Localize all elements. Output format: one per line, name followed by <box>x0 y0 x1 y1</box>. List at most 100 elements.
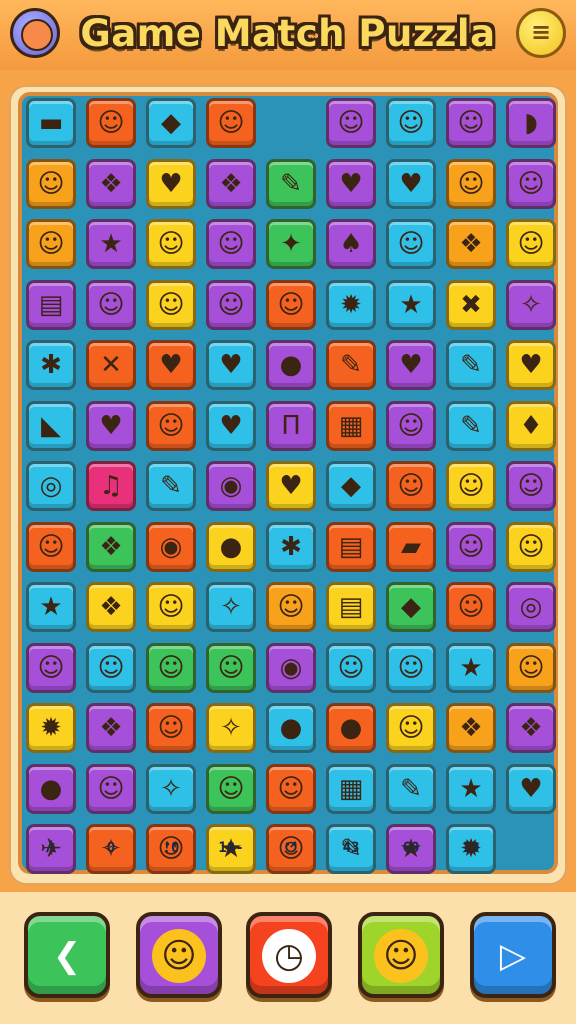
tile-smiley[interactable]: ☺ <box>146 219 196 269</box>
tile-heart[interactable]: ♥ <box>386 158 436 209</box>
tile-heart[interactable]: ♥ <box>206 400 256 451</box>
tile-apple[interactable]: ● <box>326 703 376 753</box>
tile-cat[interactable]: ☺ <box>266 279 316 330</box>
back-button[interactable]: ❮ <box>24 912 110 998</box>
tile-smiley[interactable]: ☺ <box>26 219 76 269</box>
tile-star-face[interactable]: ✹ <box>326 279 376 330</box>
tile-smiley[interactable]: ☺ <box>146 400 196 451</box>
tile-sun[interactable]: ✹ <box>26 703 76 753</box>
tile-smiley[interactable]: ☺ <box>26 521 76 572</box>
tile-popsicle[interactable]: ❖ <box>86 703 136 753</box>
tile-heart[interactable]: ♥ <box>506 340 556 390</box>
tile-cat[interactable]: ☺ <box>206 98 256 148</box>
character-button[interactable]: ☺ <box>136 912 222 998</box>
tile-popsicle[interactable]: ❖ <box>506 703 556 753</box>
tile-pencil[interactable]: ✎ <box>146 461 196 511</box>
tile-smiley[interactable]: ☺ <box>446 521 496 572</box>
tile-icecream[interactable]: ❖ <box>446 703 496 753</box>
tile-star[interactable]: ★ <box>446 763 496 814</box>
tile-ring[interactable]: ◉ <box>266 642 316 693</box>
play-button[interactable]: ▷ <box>470 912 556 998</box>
tile-bird[interactable]: ✧ <box>206 582 256 632</box>
tile-star[interactable]: ★ <box>446 642 496 693</box>
tile-smiley[interactable]: ☺ <box>326 98 376 148</box>
tile-smiley[interactable]: ☺ <box>506 521 556 572</box>
tile-ghost[interactable]: ☺ <box>386 703 436 753</box>
tile-heart[interactable]: ♥ <box>146 158 196 209</box>
tile-cat[interactable]: ☺ <box>86 642 136 693</box>
tile-card[interactable]: ▬ <box>26 98 76 148</box>
tile-ring[interactable]: ◎ <box>26 461 76 511</box>
tile-heart[interactable]: ♥ <box>266 461 316 511</box>
tile-shape[interactable]: ◣ <box>26 400 76 451</box>
tile-cross[interactable]: ✖ <box>446 279 496 330</box>
tile-popsicle[interactable]: ❖ <box>446 219 496 269</box>
tile-smiley[interactable]: ☺ <box>26 158 76 209</box>
tile-cat[interactable]: ☺ <box>506 219 556 269</box>
tile-popsicle[interactable]: ❖ <box>206 158 256 209</box>
tile-lollipop[interactable]: ● <box>266 703 316 753</box>
tile-smiley[interactable]: ☺ <box>386 219 436 269</box>
tile-mushroom[interactable]: ♠ <box>326 219 376 269</box>
tile-smiley[interactable]: ☺ <box>446 582 496 632</box>
tile-cat[interactable]: ☺ <box>446 461 496 511</box>
tile-smiley[interactable]: ☺ <box>206 763 256 814</box>
tile-heart[interactable]: ♥ <box>386 340 436 390</box>
tile-pencil[interactable]: ✎ <box>446 340 496 390</box>
tile-fish[interactable]: ✧ <box>146 763 196 814</box>
tile-notes[interactable]: ▤ <box>26 279 76 330</box>
tile-calendar[interactable]: ▦ <box>326 763 376 814</box>
tile-gingerbread[interactable]: ✱ <box>266 521 316 572</box>
tile-pencil[interactable]: ✎ <box>326 340 376 390</box>
hint-button[interactable]: ☺ <box>358 912 444 998</box>
tile-cat[interactable]: ☺ <box>266 763 316 814</box>
tile-music[interactable]: ♫ <box>86 461 136 511</box>
tile-smiley[interactable]: ☺ <box>146 279 196 330</box>
tile-smiley[interactable]: ☺ <box>206 642 256 693</box>
tile-smiley[interactable]: ☺ <box>386 98 436 148</box>
tile-blob[interactable]: ● <box>266 340 316 390</box>
tile-gingerbread[interactable]: ✱ <box>26 340 76 390</box>
tile-berry[interactable]: ● <box>26 763 76 814</box>
tile-popsicle[interactable]: ❖ <box>86 521 136 572</box>
tile-smiley[interactable]: ☺ <box>446 98 496 148</box>
tile-cat[interactable]: ☺ <box>506 461 556 511</box>
tile-ring[interactable]: ◉ <box>206 461 256 511</box>
tile-smiley[interactable]: ☺ <box>146 703 196 753</box>
tile-cat[interactable]: ☺ <box>86 763 136 814</box>
tile-pencil[interactable]: ✎ <box>446 400 496 451</box>
tile-cat[interactable]: ☺ <box>206 219 256 269</box>
tile-ring[interactable]: ◉ <box>146 521 196 572</box>
tile-smiley[interactable]: ☺ <box>386 400 436 451</box>
tile-smiley[interactable]: ☺ <box>26 642 76 693</box>
tile-heart[interactable]: ♥ <box>206 340 256 390</box>
tile-smiley[interactable]: ☺ <box>386 642 436 693</box>
tile-heart[interactable]: ♥ <box>506 763 556 814</box>
tile-heart[interactable]: ♥ <box>326 158 376 209</box>
tile-smiley[interactable]: ☺ <box>506 158 556 209</box>
tile-eraser[interactable]: ▰ <box>386 521 436 572</box>
menu-button[interactable]: ≡ <box>516 8 566 58</box>
tile-leaf[interactable]: ◆ <box>326 461 376 511</box>
tile-smiley[interactable]: ☺ <box>146 582 196 632</box>
tile-tool[interactable]: ✎ <box>266 158 316 209</box>
tile-figure[interactable]: ✦ <box>266 219 316 269</box>
tile-smiley[interactable]: ☺ <box>446 158 496 209</box>
tile-eggplant[interactable]: ◗ <box>506 98 556 148</box>
tile-bandage[interactable]: ✕ <box>86 340 136 390</box>
tile-star[interactable]: ★ <box>386 279 436 330</box>
tile-frame[interactable]: Π <box>266 400 316 451</box>
tile-star[interactable]: ★ <box>86 219 136 269</box>
tile-notes[interactable]: ▤ <box>326 521 376 572</box>
tile-ball[interactable]: ● <box>206 521 256 572</box>
tile-popsicle[interactable]: ❖ <box>86 582 136 632</box>
tile-smiley[interactable]: ☺ <box>86 279 136 330</box>
tile-ring[interactable]: ◎ <box>506 582 556 632</box>
tile-heart[interactable]: ♥ <box>146 340 196 390</box>
tile-torch[interactable]: ♦ <box>506 400 556 451</box>
tile-ghost[interactable]: ☺ <box>326 642 376 693</box>
tile-calendar[interactable]: ▦ <box>326 400 376 451</box>
tile-notes[interactable]: ▤ <box>326 582 376 632</box>
tile-popsicle[interactable]: ❖ <box>86 158 136 209</box>
tile-cat[interactable]: ☺ <box>266 582 316 632</box>
